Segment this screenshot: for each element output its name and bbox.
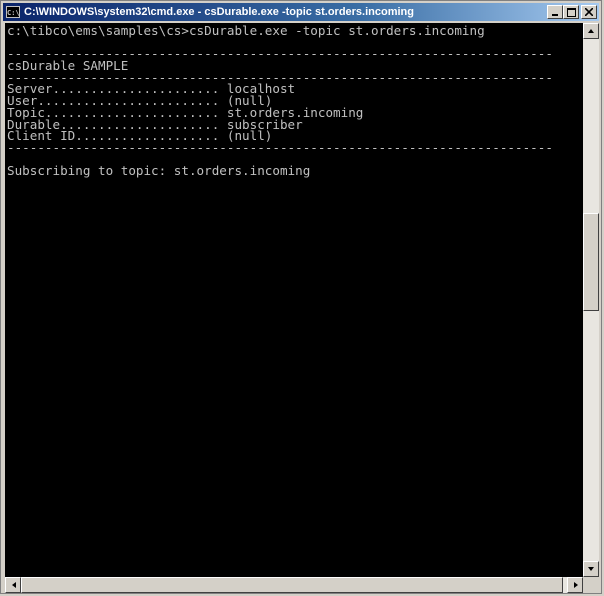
console-line: c:\tibco\ems\samples\cs>csDurable.exe -t… bbox=[7, 23, 485, 38]
console-text: c:\tibco\ems\samples\cs>csDurable.exe -t… bbox=[7, 23, 553, 179]
maximize-button[interactable] bbox=[563, 5, 579, 19]
cmd-window: C:\ C:\WINDOWS\system32\cmd.exe - csDura… bbox=[0, 0, 602, 594]
title-bar[interactable]: C:\ C:\WINDOWS\system32\cmd.exe - csDura… bbox=[3, 3, 599, 21]
window-controls bbox=[547, 5, 597, 19]
scroll-left-button[interactable] bbox=[5, 577, 21, 593]
minimize-button[interactable] bbox=[547, 5, 563, 19]
scroll-down-button[interactable] bbox=[583, 561, 599, 577]
vertical-scroll-thumb[interactable] bbox=[583, 213, 599, 311]
console-output[interactable]: c:\tibco\ems\samples\cs>csDurable.exe -t… bbox=[5, 23, 583, 577]
window-title: C:\WINDOWS\system32\cmd.exe - csDurable.… bbox=[24, 6, 414, 18]
vertical-scrollbar[interactable] bbox=[583, 23, 599, 577]
horizontal-scrollbar[interactable] bbox=[5, 577, 583, 593]
scroll-left-icon bbox=[12, 582, 16, 588]
scroll-down-icon bbox=[588, 567, 594, 571]
console-line: Subscribing to topic: st.orders.incoming bbox=[7, 163, 311, 179]
scroll-right-button[interactable] bbox=[567, 577, 583, 593]
horizontal-scroll-thumb[interactable] bbox=[21, 577, 563, 593]
scroll-up-icon bbox=[588, 29, 594, 33]
maximize-icon bbox=[566, 7, 576, 17]
minimize-icon bbox=[552, 14, 558, 16]
size-grip[interactable] bbox=[583, 577, 599, 593]
scroll-right-icon bbox=[574, 582, 578, 588]
close-icon bbox=[585, 8, 593, 16]
cmd-icon[interactable]: C:\ bbox=[6, 6, 20, 18]
scroll-up-button[interactable] bbox=[583, 23, 599, 39]
close-button[interactable] bbox=[581, 5, 597, 19]
console-line: ----------------------------------------… bbox=[7, 139, 553, 155]
